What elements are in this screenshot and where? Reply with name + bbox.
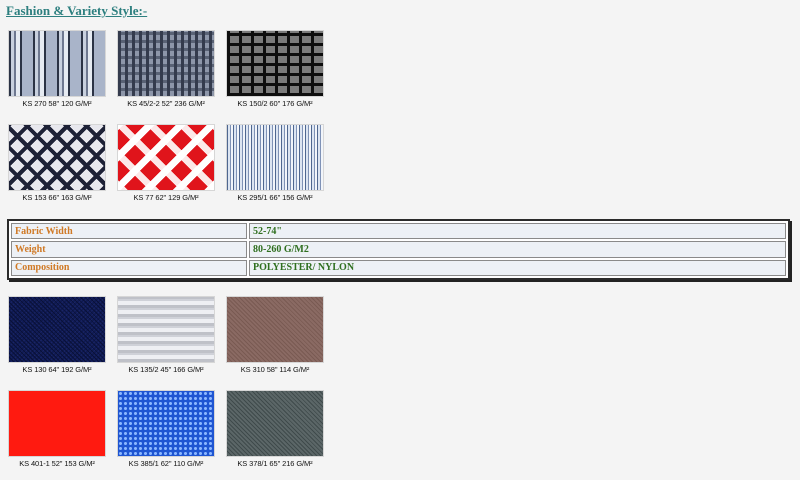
swatch-caption: KS 135/2 45" 166 G/M² bbox=[128, 365, 204, 374]
fabric-swatch-image bbox=[8, 296, 106, 363]
fabric-swatch-image bbox=[226, 124, 324, 191]
spec-label: Weight bbox=[11, 241, 247, 258]
swatch-caption: KS 150/2 60" 176 G/M² bbox=[237, 99, 313, 108]
swatch-item[interactable]: KS 45/2-2 52" 236 G/M² bbox=[117, 30, 215, 113]
swatch-caption: KS 295/1 66" 156 G/M² bbox=[237, 193, 313, 202]
swatch-caption: KS 270 58" 120 G/M² bbox=[22, 99, 92, 108]
table-row: Fabric Width 52-74" bbox=[11, 223, 786, 240]
fabric-swatch-image bbox=[117, 390, 215, 457]
swatch-caption: KS 45/2-2 52" 236 G/M² bbox=[127, 99, 205, 108]
swatch-caption: KS 401-1 52" 153 G/M² bbox=[19, 459, 95, 468]
swatch-grid-bottom: KS 130 64" 192 G/M² KS 135/2 45" 166 G/M… bbox=[8, 296, 324, 473]
swatch-item[interactable]: KS 378/1 65" 216 G/M² bbox=[226, 390, 324, 473]
fabric-swatch-image bbox=[226, 390, 324, 457]
fabric-swatch-image bbox=[117, 296, 215, 363]
swatch-item[interactable]: KS 385/1 62" 110 G/M² bbox=[117, 390, 215, 473]
spec-value: POLYESTER/ NYLON bbox=[249, 259, 786, 276]
swatch-item[interactable]: KS 153 66" 163 G/M² bbox=[8, 124, 106, 207]
swatch-caption: KS 77 62" 129 G/M² bbox=[133, 193, 199, 202]
page-title: Fashion & Variety Style:- bbox=[6, 3, 148, 18]
swatch-item[interactable]: KS 77 62" 129 G/M² bbox=[117, 124, 215, 207]
swatch-caption: KS 385/1 62" 110 G/M² bbox=[128, 459, 204, 468]
fabric-swatch-image bbox=[117, 124, 215, 191]
swatch-item[interactable]: KS 130 64" 192 G/M² bbox=[8, 296, 106, 379]
spec-label: Composition bbox=[11, 259, 247, 276]
spec-label: Fabric Width bbox=[11, 223, 247, 240]
swatch-caption: KS 310 58" 114 G/M² bbox=[240, 365, 310, 374]
swatch-item[interactable]: KS 270 58" 120 G/M² bbox=[8, 30, 106, 113]
swatch-caption: KS 153 66" 163 G/M² bbox=[22, 193, 92, 202]
swatch-item[interactable]: KS 295/1 66" 156 G/M² bbox=[226, 124, 324, 207]
table-row: Weight 80-260 G/M2 bbox=[11, 241, 786, 258]
swatch-item[interactable]: KS 135/2 45" 166 G/M² bbox=[117, 296, 215, 379]
swatch-item[interactable]: KS 310 58" 114 G/M² bbox=[226, 296, 324, 379]
fabric-swatch-image bbox=[117, 30, 215, 97]
swatch-grid-top: KS 270 58" 120 G/M² KS 45/2-2 52" 236 G/… bbox=[8, 30, 324, 207]
swatch-caption: KS 378/1 65" 216 G/M² bbox=[237, 459, 313, 468]
spec-value: 80-260 G/M2 bbox=[249, 241, 786, 258]
swatch-item[interactable]: KS 150/2 60" 176 G/M² bbox=[226, 30, 324, 113]
spec-table: Fabric Width 52-74" Weight 80-260 G/M2 C… bbox=[7, 219, 790, 280]
fabric-swatch-image bbox=[226, 30, 324, 97]
fabric-swatch-image bbox=[226, 296, 324, 363]
table-row: Composition POLYESTER/ NYLON bbox=[11, 259, 786, 276]
spec-value: 52-74" bbox=[249, 223, 786, 240]
fabric-swatch-image bbox=[8, 30, 106, 97]
swatch-caption: KS 130 64" 192 G/M² bbox=[22, 365, 92, 374]
fabric-swatch-image bbox=[8, 124, 106, 191]
swatch-item[interactable]: KS 401-1 52" 153 G/M² bbox=[8, 390, 106, 473]
fabric-swatch-image bbox=[8, 390, 106, 457]
